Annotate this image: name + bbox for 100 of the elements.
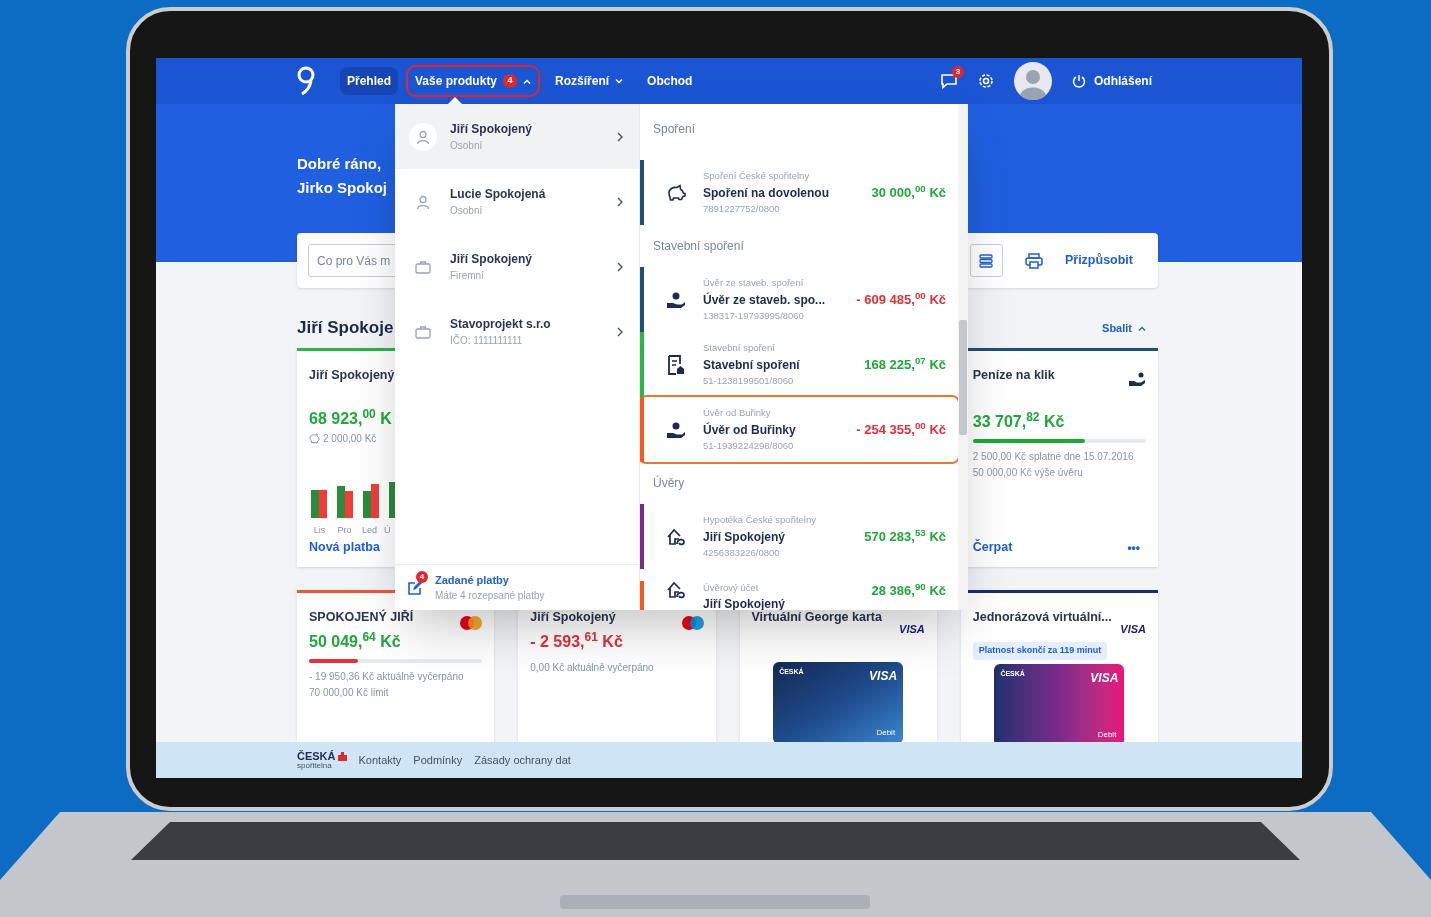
chat-icon[interactable] <box>940 73 958 89</box>
savings-amount: 2 000,00 Kč <box>323 431 377 446</box>
house-icon <box>666 581 686 599</box>
card-title: Virtuální George karta <box>751 610 882 626</box>
balance-amount: 33 707,$^{82}$ Kč <box>972 410 1066 432</box>
logo-icon <box>296 66 316 96</box>
settings-icon[interactable] <box>978 73 994 89</box>
owner-type: IČO: 1111111111 <box>450 333 524 348</box>
product-label: Úvěrový účet <box>703 581 760 595</box>
hand-coin-icon <box>1128 372 1146 388</box>
product-name: Stavební spoření <box>703 356 800 374</box>
card-title: Jiří Spokojený <box>530 609 616 626</box>
product-name: Úvěr ze staveb. spo... <box>703 291 826 309</box>
card-detail-text: 0,00 Kč aktuálně vyčerpáno <box>530 661 655 675</box>
account-number: 51-1939224298/8060 <box>703 438 795 453</box>
chart-label: Led <box>361 523 378 537</box>
product-item[interactable]: Stavební spoření Stavební spoření 51-1238199501/8060 168 225,$^{07}$ Kč <box>640 332 958 397</box>
customize-link[interactable]: Přizpůsobit <box>1064 251 1133 270</box>
balance-amount: 50 049,$^{64}$ Kč <box>309 630 402 652</box>
owner-name: Jiří Spokojený <box>450 121 533 138</box>
section-title: Jiří Spokoje <box>297 317 394 340</box>
list-view-button[interactable] <box>969 244 1003 277</box>
chart-label: Pro <box>336 523 353 537</box>
product-label: Úvěr od Buřinky <box>703 406 772 421</box>
nav-tab[interactable]: Přehled <box>340 67 398 95</box>
briefcase-icon <box>415 259 431 274</box>
nav-tab[interactable]: Vaše produkty 4 <box>408 67 539 95</box>
card-title: Jednorázová virtuální... <box>972 609 1112 626</box>
greeting-text: Jirko Spokoj <box>297 178 388 198</box>
account-number: 4256383226/0800 <box>703 545 781 560</box>
avatar-icon[interactable] <box>1014 62 1052 100</box>
count-badge: 4 <box>416 570 428 583</box>
collapse-link[interactable]: Sbalit <box>1102 319 1158 337</box>
card-detail-text: 50 000,00 Kč výše úvěru <box>972 466 1084 480</box>
card-type-text: Debit <box>876 727 896 739</box>
product-amount: 30 000,$^{00}$ Kč <box>871 182 947 202</box>
more-button[interactable]: ••• <box>1127 538 1146 557</box>
chart-label: Ú <box>383 523 391 537</box>
document-icon <box>667 354 685 375</box>
group-heading: Úvěry <box>653 474 685 492</box>
owner-item[interactable]: Jiří Spokojený Osobní <box>395 104 639 169</box>
footer-link[interactable]: Zásady ochrany dat <box>474 751 571 769</box>
visa-logo: VISA <box>869 668 898 685</box>
nav-tab[interactable]: Obchod <box>640 67 700 95</box>
nav-tab[interactable]: Rozšíření <box>548 67 631 95</box>
owner-type: Firemní <box>450 269 485 283</box>
maestro-logo-icon <box>681 616 704 630</box>
person-icon <box>415 193 431 210</box>
mastercard-logo-icon <box>460 616 483 630</box>
logout-button[interactable]: Odhlášení <box>1072 72 1152 90</box>
scrollbar[interactable] <box>958 104 968 610</box>
balance-amount: - 2 593,$^{61}$ Kč <box>530 630 624 652</box>
card-detail-text: 70 000,00 Kč limit <box>309 686 390 700</box>
caret-down-icon <box>615 78 624 84</box>
power-icon <box>1072 74 1086 88</box>
card-action-link[interactable]: Čerpat <box>972 538 1013 557</box>
owner-type: Osobní <box>450 139 484 153</box>
product-amount: - 254 355,$^{00}$ Kč <box>856 419 947 439</box>
card-title: Jiří Spokojený <box>309 367 395 384</box>
bank-logo-subtitle: spořitelna <box>297 761 333 770</box>
card-action-link[interactable]: Nová platba <box>309 538 380 557</box>
chevron-right-icon <box>617 326 623 337</box>
product-item[interactable]: Úvěr od Buřinky Úvěr od Buřinky 51-1939224298/8060 - 254 355,$^{00}$ Kč <box>640 397 958 462</box>
account-number: 7891227752/0800 <box>703 201 781 216</box>
owner-name: Lucie Spokojená <box>450 186 546 203</box>
product-amount: 28 386,$^{90}$ Kč <box>871 581 947 600</box>
pending-payments-link[interactable]: Zadané platby <box>435 571 545 589</box>
owner-type: Osobní <box>450 204 484 218</box>
chevron-right-icon <box>617 196 623 207</box>
product-amount: 168 225,$^{07}$ Kč <box>864 354 947 374</box>
product-name: Jiří Spokojený <box>703 528 787 546</box>
balance-amount: 68 923,$^{00}$ K <box>309 406 393 429</box>
edit-icon[interactable] <box>407 579 423 596</box>
card-detail-text: 2 500,00 Kč splatné dne 15.07.2016 <box>972 450 1135 464</box>
card-detail-text: - 19 950,36 Kč aktuálně vyčerpáno <box>309 670 465 684</box>
scrollbar-thumb[interactable] <box>959 320 967 435</box>
bank-logo: ČESKÁ <box>297 750 336 762</box>
product-name: Jiří Spokojený <box>703 596 786 610</box>
card-title: Peníze na klik <box>972 367 1055 384</box>
chevron-right-icon <box>617 261 623 272</box>
footer-link[interactable]: Kontakty <box>358 751 402 769</box>
product-label: Úvěr ze staveb. spoření <box>703 276 805 291</box>
card-title: SPOKOJENÝ JIŘÍ <box>309 608 414 626</box>
owner-name: Stavoprojekt s.r.o <box>450 316 551 333</box>
chevron-right-icon <box>617 131 623 142</box>
print-icon[interactable] <box>1024 252 1043 269</box>
card-type-text: Debit <box>1097 728 1117 741</box>
list-icon <box>979 253 994 268</box>
caret-up-icon <box>1138 325 1146 331</box>
footer-link[interactable]: Podmínky <box>413 751 463 769</box>
visa-logo: VISA <box>1120 623 1146 635</box>
bank-logo-icon <box>337 751 347 761</box>
account-number: 138317-19793995/8060 <box>703 308 805 323</box>
account-number: 51-1238199501/8060 <box>703 373 795 388</box>
caret-up-icon <box>523 78 532 84</box>
notification-badge: 3 <box>952 66 964 78</box>
product-label: Spoření České spořitelny <box>703 169 811 184</box>
product-amount: - 609 485,$^{00}$ Kč <box>856 289 947 309</box>
greeting-text: Dobré ráno, <box>297 154 382 174</box>
person-icon <box>415 128 431 145</box>
